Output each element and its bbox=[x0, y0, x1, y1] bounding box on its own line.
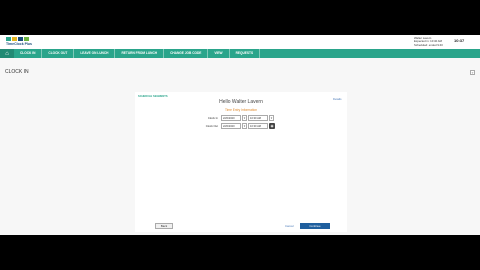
instruction-text: Time Entry Information bbox=[224, 108, 258, 112]
help-icon[interactable]: ? bbox=[470, 70, 475, 75]
camera-icon[interactable]: ◉ bbox=[269, 123, 275, 129]
app-logo[interactable]: TimeClock Plus bbox=[6, 37, 32, 47]
user-scheduled: Scheduled: ended 9:40 bbox=[414, 42, 443, 47]
continue-button[interactable]: Continue bbox=[300, 223, 330, 229]
back-button[interactable]: Back bbox=[155, 223, 173, 229]
nav-clock-out[interactable]: CLOCK OUT bbox=[42, 49, 75, 58]
page-title: CLOCK IN bbox=[5, 69, 29, 75]
clock-in-row: Clock In 2/20/2020 ▾ 10:30 AM ▾ bbox=[205, 115, 274, 121]
row-label: Clock Out bbox=[205, 124, 218, 128]
main-nav: ⌂ CLOCK IN CLOCK OUT LEAVE ON LUNCH RETU… bbox=[0, 49, 480, 58]
current-time: 10:37 bbox=[454, 38, 465, 43]
nav-requests[interactable]: REQUESTS bbox=[230, 49, 261, 58]
logo-mark bbox=[6, 37, 32, 41]
home-icon[interactable]: ⌂ bbox=[0, 49, 14, 58]
time-field[interactable]: 10:30 AM bbox=[248, 123, 268, 129]
nav-return-from-lunch[interactable]: RETURN FROM LUNCH bbox=[115, 49, 165, 58]
nav-change-job-code[interactable]: CHANGE JOB CODE bbox=[164, 49, 209, 58]
chevron-down-icon[interactable]: ▾ bbox=[269, 115, 274, 121]
nav-clock-in[interactable]: CLOCK IN bbox=[14, 49, 43, 58]
brand-name: TimeClock Plus bbox=[6, 42, 33, 46]
section-label: SCHEDULE SEGMENTS bbox=[138, 95, 168, 98]
greeting: Hello Walter Lavern bbox=[219, 99, 263, 105]
date-field[interactable]: 2/20/2020 bbox=[221, 123, 241, 129]
time-field[interactable]: 10:30 AM bbox=[248, 115, 268, 121]
calendar-icon[interactable]: ▾ bbox=[242, 123, 247, 129]
clock-out-row: Clock Out 2/20/2020 ▾ 10:30 AM ◉ bbox=[205, 123, 275, 129]
user-info: Walter Lavern Expected in: 10:40 AM Sche… bbox=[414, 36, 443, 47]
nav-leave-on-lunch[interactable]: LEAVE ON LUNCH bbox=[74, 49, 116, 58]
nav-view[interactable]: VIEW bbox=[208, 49, 230, 58]
app-header: TimeClock Plus Walter Lavern Expected in… bbox=[0, 35, 480, 49]
clock-in-card: SCHEDULE SEGMENTS Details Hello Walter L… bbox=[135, 92, 347, 232]
date-field[interactable]: 2/20/2020 bbox=[221, 115, 241, 121]
cancel-button[interactable]: Cancel bbox=[285, 223, 294, 229]
row-label: Clock In bbox=[207, 116, 218, 120]
calendar-icon[interactable]: ▾ bbox=[242, 115, 247, 121]
